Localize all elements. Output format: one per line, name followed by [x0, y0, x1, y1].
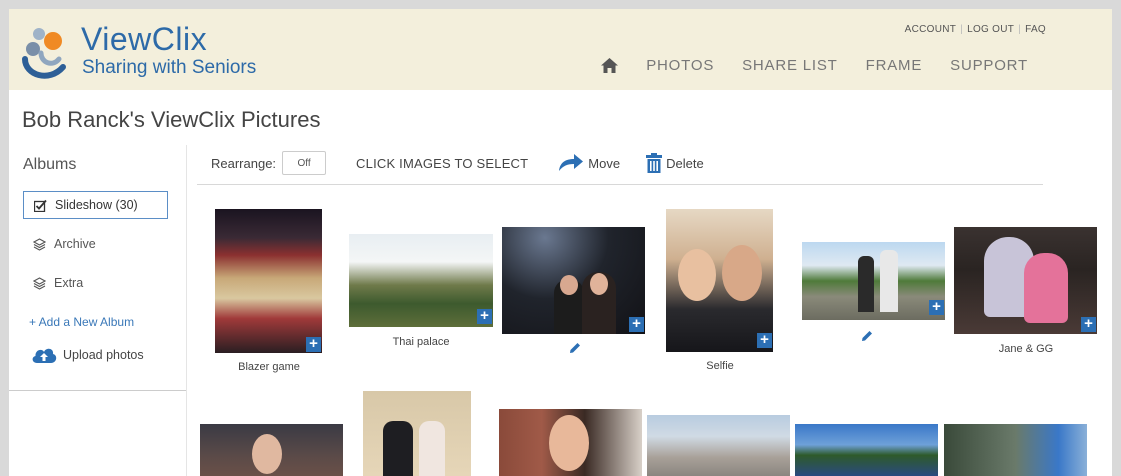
album-extra[interactable]: Extra: [23, 269, 168, 297]
photo-thumbnail[interactable]: +: [802, 242, 945, 320]
album-slideshow[interactable]: Slideshow (30): [23, 191, 168, 219]
share-arrow-icon: [559, 154, 584, 171]
photo-thumbnail[interactable]: [944, 424, 1087, 476]
delete-button[interactable]: Delete: [646, 153, 704, 173]
cloud-upload-icon: [32, 348, 57, 363]
logout-link[interactable]: LOG OUT: [967, 24, 1014, 35]
albums-heading: Albums: [23, 156, 77, 173]
add-to-slideshow-icon[interactable]: +: [306, 336, 321, 352]
main-nav: PHOTOS SHARE LIST FRAME SUPPORT: [601, 57, 1028, 74]
sidebar-border: [186, 145, 187, 476]
album-label: Archive: [54, 237, 96, 251]
photo-caption: Selfie: [706, 360, 734, 372]
add-to-slideshow-icon[interactable]: +: [1081, 316, 1096, 332]
add-to-slideshow-icon[interactable]: +: [629, 316, 644, 332]
account-links: ACCOUNT | LOG OUT | FAQ: [904, 24, 1046, 35]
nav-frame[interactable]: FRAME: [866, 57, 923, 74]
photo-thumbnail[interactable]: [795, 424, 938, 476]
layers-icon: [33, 237, 46, 251]
sidebar-divider: [9, 390, 186, 391]
photo-thumbnail[interactable]: +: [666, 209, 773, 352]
album-label: Slideshow (30): [55, 198, 138, 212]
photo-thumbnail[interactable]: [363, 391, 471, 476]
photo-thumbnail[interactable]: [200, 424, 343, 476]
photo-thumbnail[interactable]: +: [215, 209, 322, 353]
rearrange-toggle[interactable]: Off: [282, 151, 327, 175]
logo-subtitle: Sharing with Seniors: [82, 57, 257, 78]
edit-pencil-icon[interactable]: [569, 342, 581, 354]
add-to-slideshow-icon[interactable]: +: [757, 332, 772, 348]
add-album-link[interactable]: + Add a New Album: [29, 315, 134, 329]
toolbar-divider: [197, 184, 1043, 185]
albums-sidebar: Albums Slideshow (30) Archive Extra + Ad…: [9, 145, 186, 476]
photo-caption: Blazer game: [238, 361, 300, 373]
logo-title[interactable]: ViewClix: [81, 22, 207, 56]
add-to-slideshow-icon[interactable]: +: [477, 308, 492, 324]
faq-link[interactable]: FAQ: [1025, 24, 1046, 35]
photo-thumbnail[interactable]: +: [349, 234, 493, 327]
logo-icon: [22, 28, 66, 79]
delete-label: Delete: [666, 155, 704, 171]
add-to-slideshow-icon[interactable]: +: [929, 299, 944, 315]
nav-share-list[interactable]: SHARE LIST: [742, 57, 838, 74]
photo-thumbnail[interactable]: +: [954, 227, 1097, 334]
photo-thumbnail[interactable]: [647, 415, 790, 476]
account-link[interactable]: ACCOUNT: [905, 24, 957, 35]
photo-caption: Jane & GG: [998, 343, 1054, 355]
photo-thumbnail[interactable]: [499, 409, 642, 476]
album-archive[interactable]: Archive: [23, 230, 168, 258]
nav-support[interactable]: SUPPORT: [950, 57, 1028, 74]
page-title: Bob Ranck's ViewClix Pictures: [22, 107, 321, 132]
edit-pencil-icon[interactable]: [861, 330, 873, 342]
select-hint: CLICK IMAGES TO SELECT: [356, 155, 529, 171]
checkbox-icon: [34, 199, 47, 212]
rearrange-label: Rearrange:: [211, 155, 277, 171]
move-button[interactable]: Move: [558, 153, 620, 173]
trash-icon: [646, 153, 663, 173]
upload-label: Upload photos: [63, 348, 144, 362]
site-header: ViewClix Sharing with Seniors ACCOUNT | LO…: [9, 9, 1112, 90]
layers-icon: [33, 276, 46, 290]
upload-photos-button[interactable]: Upload photos: [31, 346, 144, 364]
move-label: Move: [588, 155, 621, 171]
nav-photos[interactable]: PHOTOS: [646, 57, 714, 74]
photo-caption: Thai palace: [392, 336, 450, 348]
photo-toolbar: Rearrange: Off CLICK IMAGES TO SELECT Mo…: [211, 150, 704, 176]
album-label: Extra: [54, 276, 84, 290]
home-icon[interactable]: [601, 58, 619, 73]
photo-thumbnail[interactable]: +: [502, 227, 645, 334]
